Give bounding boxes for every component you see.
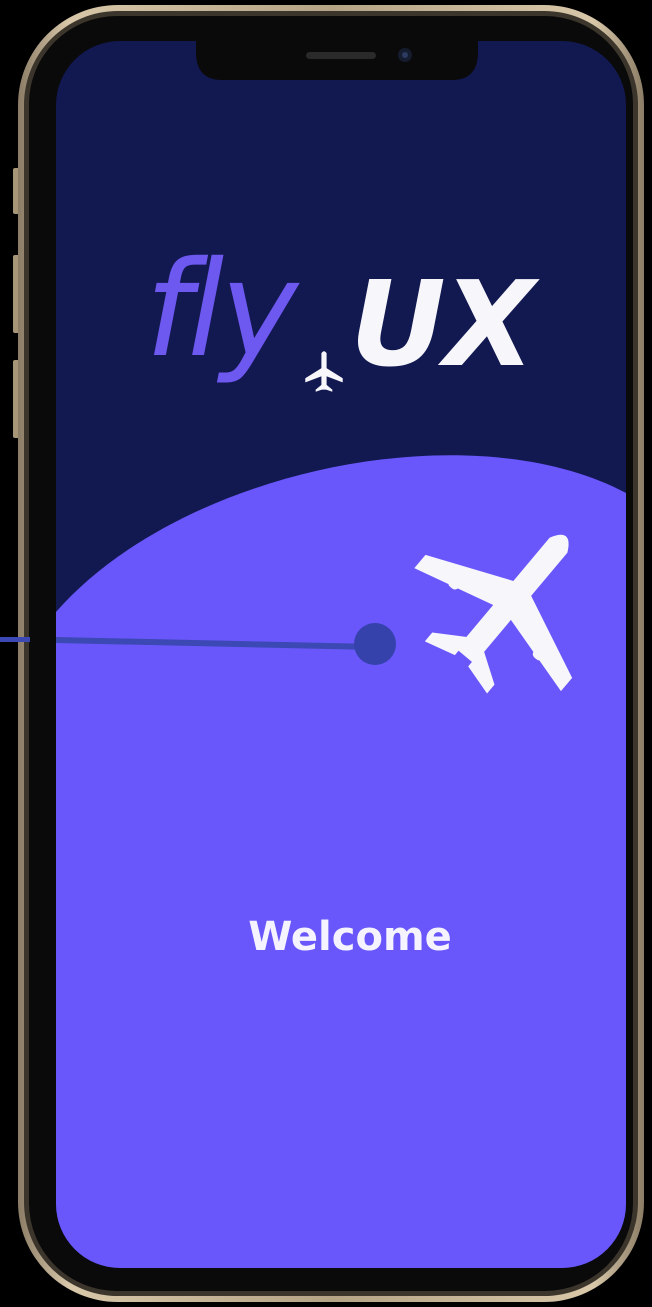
stage: fly UX Welcome <box>0 0 652 1307</box>
welcome-text: Welcome <box>248 914 452 960</box>
screen <box>56 41 626 1268</box>
speaker-grille <box>306 52 376 59</box>
logo-ux-text: UX <box>350 255 540 393</box>
logo-fly-text: fly <box>145 233 300 387</box>
phone-mockup: fly UX Welcome <box>13 5 644 1302</box>
front-camera-lens <box>402 52 408 58</box>
flight-path-dot <box>354 623 396 665</box>
flight-path-extension <box>0 637 30 642</box>
notch <box>196 40 478 80</box>
